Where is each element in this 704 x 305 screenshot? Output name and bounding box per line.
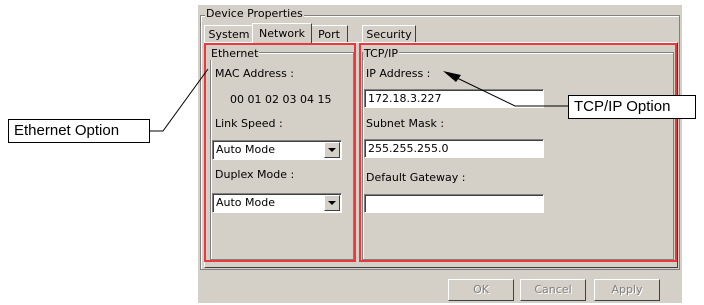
- tcpip-option-callout: TCP/IP Option: [568, 95, 696, 119]
- tab-network[interactable]: Network: [252, 23, 312, 43]
- callout-lines: [150, 68, 568, 132]
- ethernet-option-callout: Ethernet Option: [8, 119, 150, 143]
